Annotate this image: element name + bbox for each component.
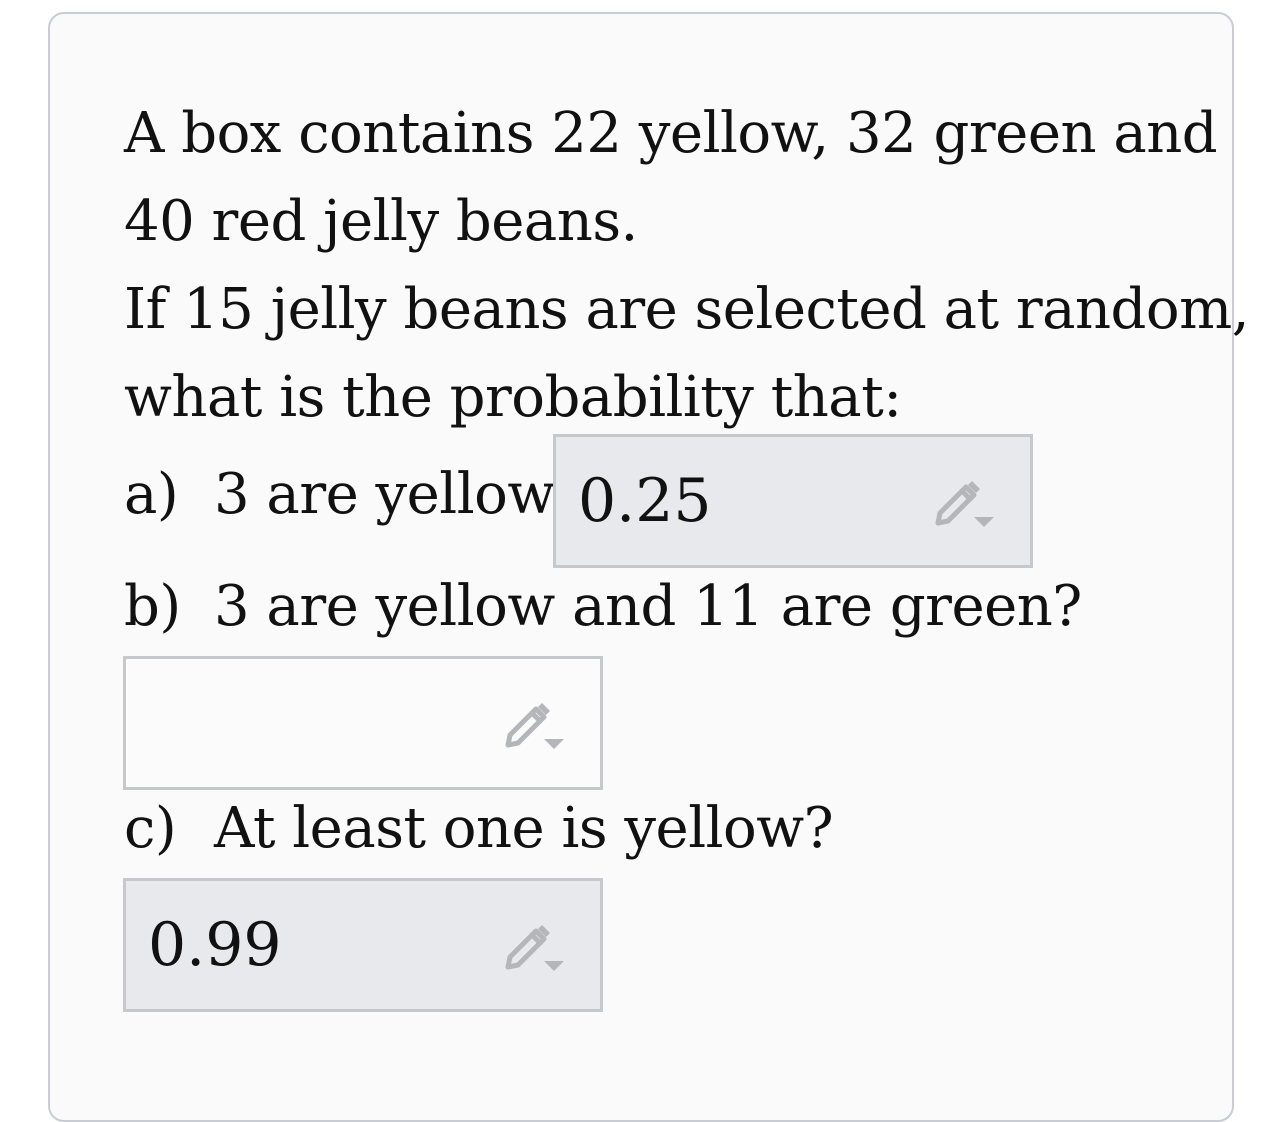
answer-b-field[interactable] <box>123 656 603 790</box>
problem-line-1: A box contains 22 yellow, 32 green and <box>124 101 1218 166</box>
answer-c-value: 0.99 <box>148 910 282 980</box>
question-a-text: 3 are yellow? <box>214 462 585 527</box>
problem-line-3: If 15 jelly beans are selected at random… <box>124 277 1250 342</box>
question-b-label: b) <box>124 574 181 639</box>
question-c-label: c) <box>124 796 177 861</box>
answer-a-field[interactable]: 0.25 <box>553 434 1033 568</box>
problem-line-2: 40 red jelly beans. <box>124 189 638 254</box>
question-c: c) At least one is yellow? <box>124 796 834 861</box>
question-c-text: At least one is yellow? <box>214 796 834 861</box>
question-a-label: a) <box>124 462 179 527</box>
question-b: b) 3 are yellow and 11 are green? <box>124 574 1082 639</box>
answer-a-value: 0.25 <box>578 466 712 536</box>
problem-line-4: what is the probability that: <box>124 365 902 430</box>
pencil-dropdown-icon[interactable] <box>932 479 998 535</box>
pencil-dropdown-icon[interactable] <box>502 701 568 757</box>
question-b-text: 3 are yellow and 11 are green? <box>214 574 1082 639</box>
answer-c-field[interactable]: 0.99 <box>123 878 603 1012</box>
pencil-dropdown-icon[interactable] <box>502 923 568 979</box>
question-a: a) 3 are yellow? <box>124 462 585 527</box>
problem-statement: A box contains 22 yellow, 32 green and 4… <box>124 90 1250 442</box>
